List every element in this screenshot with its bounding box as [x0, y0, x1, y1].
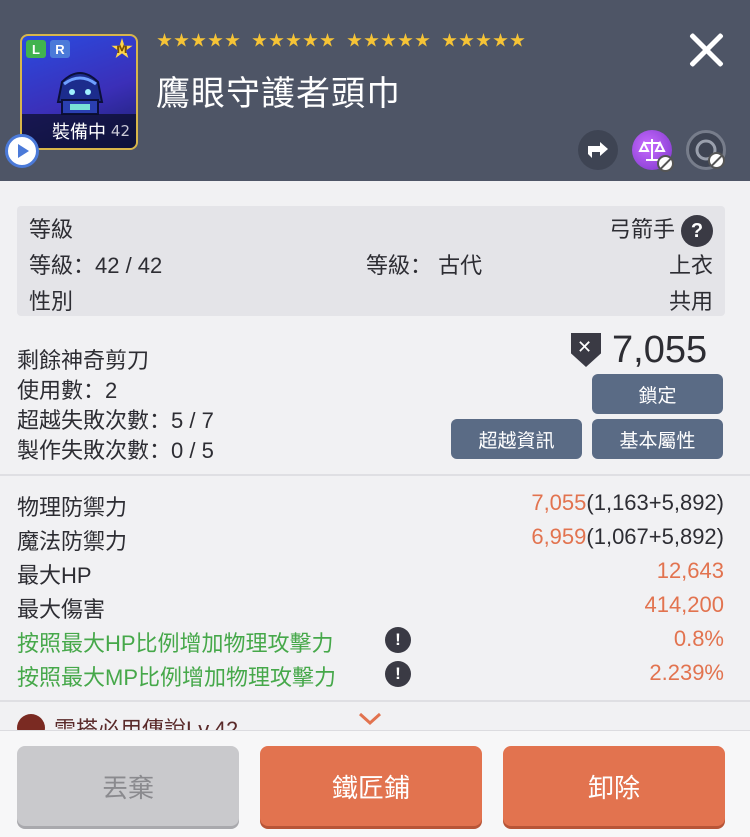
blacksmith-button[interactable]: 鐵匠鋪 — [260, 746, 482, 826]
stat-total: 7,055 — [531, 490, 587, 515]
base-stats-button[interactable]: 基本屬性 — [592, 419, 723, 459]
stat-value: 0.8% — [673, 626, 724, 651]
star-rating — [157, 33, 525, 48]
gender-value: 共用 — [668, 289, 713, 314]
star-icon — [476, 33, 491, 47]
star-icon — [442, 33, 457, 47]
star-icon — [398, 33, 413, 47]
craft-fail-count: 製作失敗次數：0 / 5 — [17, 438, 214, 463]
star-group — [442, 33, 525, 48]
item-name: 鷹眼守護者頭巾 — [156, 75, 401, 113]
transfer-icon[interactable] — [578, 130, 618, 170]
item-info-panel: 等級 弓箭手? 等級：42 / 42 等級： 古代 上衣 性別 共用 — [17, 206, 725, 316]
upgrade-lock-icon[interactable] — [686, 130, 726, 170]
stat-value: 414,200 — [644, 592, 724, 617]
stat-magic-defense: 魔法防禦力 6,959(1,067+5,892) — [17, 524, 724, 554]
star-icon — [191, 33, 206, 47]
star-icon — [415, 33, 430, 47]
stat-label: 最大傷害 — [17, 597, 106, 622]
scissors-remaining: 剩餘神奇剪刀 — [17, 348, 150, 373]
job-name: 弓箭手 — [608, 217, 675, 242]
combat-power-icon — [571, 333, 601, 367]
stat-label: 魔法防禦力 — [17, 529, 128, 554]
stat-mp-ratio-attack: 按照最大MP比例增加物理攻擊力 ! 2.239% — [17, 660, 724, 690]
star-icon — [208, 33, 223, 47]
icon-level: 42 — [110, 122, 130, 140]
stat-value: 2.239% — [649, 660, 724, 685]
star-icon — [174, 33, 189, 47]
divider — [0, 474, 750, 476]
star-icon — [320, 33, 335, 47]
star-icon — [459, 33, 474, 47]
job-requirement: 弓箭手? — [608, 212, 713, 248]
info-icon[interactable]: ! — [385, 627, 411, 653]
combat-power-value: 7,055 — [612, 329, 708, 371]
item-header: L R M 裝備中 42 鷹眼守護者頭巾 — [0, 0, 750, 181]
star-icon — [157, 33, 172, 47]
stat-total: 6,959 — [531, 524, 587, 549]
star-group — [347, 33, 430, 48]
left-badge: L — [26, 40, 46, 58]
transcend-fail-count: 超越失敗次數：5 / 7 — [17, 408, 214, 433]
star-icon — [347, 33, 362, 47]
stat-physical-defense: 物理防禦力 7,055(1,163+5,892) — [17, 490, 724, 520]
unequip-button[interactable]: 卸除 — [503, 746, 725, 826]
scale-icon[interactable] — [632, 130, 674, 172]
info-row-level-job: 等級 弓箭手? — [29, 212, 713, 248]
lock-button[interactable]: 鎖定 — [592, 374, 723, 414]
hood-item-icon — [56, 72, 104, 115]
item-grade: 等級： 古代 — [366, 253, 483, 278]
item-level: 等級：42 / 42 — [29, 253, 163, 278]
star-group — [252, 33, 335, 48]
info-row-level-grade: 等級：42 / 42 等級： 古代 上衣 — [29, 248, 713, 280]
star-icon — [510, 33, 525, 47]
gender-label: 性別 — [29, 289, 74, 314]
info-icon[interactable]: ! — [385, 661, 411, 687]
uses-count: 使用數：2 — [17, 378, 118, 403]
disabled-icon — [708, 152, 725, 169]
transcend-info-button[interactable]: 超越資訊 — [451, 419, 582, 459]
stat-value: 12,643 — [656, 558, 724, 583]
stat-breakdown: (1,067+5,892) — [586, 524, 724, 549]
master-badge: M — [111, 38, 133, 59]
stat-max-hp: 最大HP 12,643 — [17, 558, 724, 588]
stat-value: 7,055(1,163+5,892) — [531, 490, 724, 516]
star-icon — [252, 33, 267, 47]
info-row-gender: 性別 共用 — [29, 284, 713, 316]
discard-button[interactable]: 丟棄 — [17, 746, 239, 826]
item-slot: 上衣 — [668, 253, 713, 278]
stat-value: 6,959(1,067+5,892) — [531, 524, 724, 550]
star-icon — [286, 33, 301, 47]
stat-label: 物理防禦力 — [17, 495, 128, 520]
star-icon — [303, 33, 318, 47]
stat-hp-ratio-attack: 按照最大HP比例增加物理攻擊力 ! 0.8% — [17, 626, 724, 656]
star-icon — [493, 33, 508, 47]
star-icon — [269, 33, 284, 47]
disabled-icon — [657, 155, 674, 172]
star-icon — [364, 33, 379, 47]
star-icon — [225, 33, 240, 47]
star-icon — [381, 33, 396, 47]
level-title: 等級 — [29, 217, 74, 242]
right-badge: R — [50, 40, 70, 58]
stat-breakdown: (1,163+5,892) — [586, 490, 724, 515]
stat-label: 最大HP — [17, 563, 92, 588]
stat-label: 按照最大MP比例增加物理攻擊力 — [17, 665, 337, 690]
stat-label: 按照最大HP比例增加物理攻擊力 — [17, 631, 334, 656]
close-icon[interactable] — [684, 28, 728, 72]
divider — [0, 700, 750, 702]
chevron-down-icon[interactable] — [358, 712, 382, 726]
help-icon[interactable]: ? — [681, 215, 713, 248]
play-icon[interactable] — [5, 134, 39, 168]
stat-max-damage: 最大傷害 414,200 — [17, 592, 724, 622]
item-icon-frame[interactable]: L R M 裝備中 42 — [20, 34, 138, 150]
star-group — [157, 33, 240, 48]
